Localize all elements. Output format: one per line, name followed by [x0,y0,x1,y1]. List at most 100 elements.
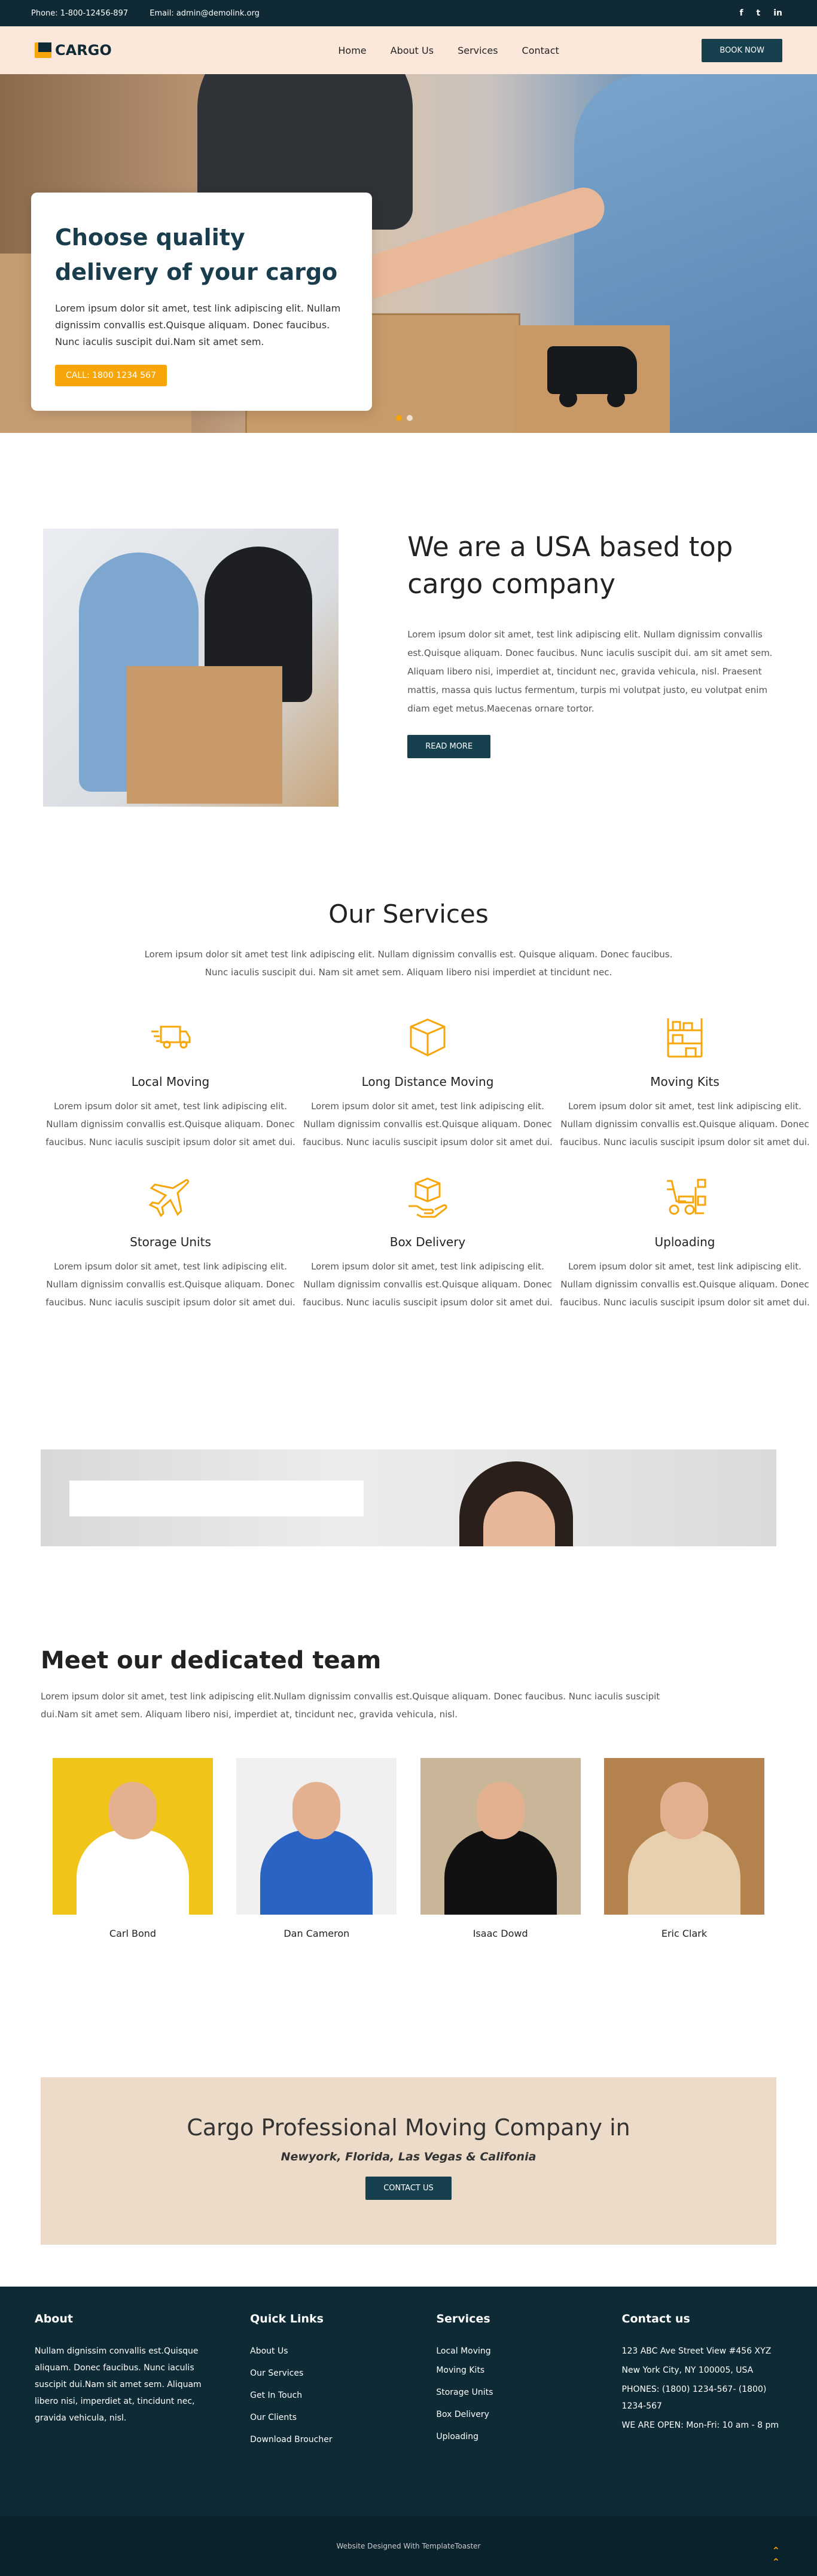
footer-contact-line: WE ARE OPEN: Mon-Fri: 10 am - 8 pm [621,2421,779,2430]
site-header: CARGO Home About Us Services Contact BOO… [0,26,817,74]
footer-link[interactable]: Storage Units [436,2384,621,2401]
about-section: We are a USA based top cargo company Lor… [0,433,817,899]
social-links: f t in [739,8,782,18]
top-email[interactable]: Email: admin@demolink.org [150,9,260,18]
team-title: Meet our dedicated team [41,1647,382,1674]
cta-title: Cargo Professional Moving Company in [187,2114,630,2141]
footer-link[interactable]: Download Broucher [250,2431,436,2448]
shelves-icon [667,1018,703,1058]
cta-subtitle: Newyork, Florida, Las Vegas & Califonia [281,2150,536,2163]
nav-contact[interactable]: Contact [522,45,559,56]
logo-icon [35,42,51,58]
forklift-icon [667,1179,706,1215]
footer-quick-links: Quick Links About Us Our Services Get In… [250,2311,436,2516]
box-icon [410,1018,446,1057]
team-section: Meet our dedicated team Lorem ipsum dolo… [0,1546,817,2077]
service-title: Uploading [654,1235,715,1249]
member-photo [603,1758,764,1915]
top-contacts: Phone: 1-800-12456-897 Email: admin@demo… [31,9,279,18]
footer-about-title: About [35,2312,73,2325]
team-grid: Carl Bond Dan Cameron Isaac Dowd Eric Cl… [41,1758,776,1939]
slider-dot-1[interactable] [396,415,402,421]
footer-about-text: Nullam dignissim convallis est.Quisque a… [35,2346,202,2423]
team-member[interactable]: Eric Clark [603,1758,764,1939]
service-card[interactable]: Local Moving Lorem ipsum dolor sit amet,… [42,1015,299,1151]
footer-link[interactable]: Uploading [436,2428,621,2445]
book-now-button[interactable]: BOOK NOW [702,38,782,62]
hero-title: Choose quality delivery of your cargo [55,224,338,285]
logo-text: CARGO [55,42,112,59]
about-image [43,529,339,807]
member-name: Carl Bond [109,1928,157,1939]
nav-services[interactable]: Services [458,45,498,56]
member-photo [420,1758,581,1915]
footer-contact-line: New York City, NY 100005, USA [621,2366,754,2375]
service-card[interactable]: Storage Units Lorem ipsum dolor sit amet… [42,1175,299,1311]
hero-slider: Choose quality delivery of your cargo Lo… [0,74,817,433]
banner-image-person [459,1461,573,1546]
top-bar: Phone: 1-800-12456-897 Email: admin@demo… [0,0,817,26]
footer-link[interactable]: Get In Touch [250,2387,436,2404]
about-title: We are a USA based top cargo company [407,531,733,600]
service-text: Lorem ipsum dolor sit amet, test link ad… [560,1101,810,1147]
footer-credit[interactable]: Website Designed With TemplateToaster [337,2542,481,2550]
footer-link[interactable]: Our Clients [250,2409,436,2426]
hero-card: Choose quality delivery of your cargo Lo… [31,193,372,411]
services-grid: Local Moving Lorem ipsum dolor sit amet,… [42,1015,810,1311]
service-card[interactable]: Uploading Lorem ipsum dolor sit amet, te… [556,1175,813,1311]
footer-contact: Contact us 123 ABC Ave Street View #456 … [622,2311,782,2516]
footer-about: About Nullam dignissim convallis est.Qui… [35,2311,250,2516]
main-nav: Home About Us Services Contact [338,45,559,56]
call-button[interactable]: CALL: 1800 1234 567 [55,365,167,386]
video-banner [41,1449,776,1546]
service-text: Lorem ipsum dolor sit amet, test link ad… [45,1261,295,1308]
service-text: Lorem ipsum dolor sit amet, test link ad… [303,1101,553,1147]
scroll-top-icon[interactable]: ⌃ ⌃ [772,2545,780,2568]
service-text: Lorem ipsum dolor sit amet, test link ad… [45,1101,295,1147]
linkedin-icon[interactable]: in [773,8,782,18]
footer-contact-line: 123 ABC Ave Street View #456 XYZ [621,2346,772,2356]
services-section: Our Services Lorem ipsum dolor sit amet … [0,899,817,1449]
member-name: Eric Clark [661,1928,708,1939]
service-title: Box Delivery [389,1235,466,1249]
footer-contact-line: PHONES: (1800) 1234-567- (1800) 1234-567 [621,2385,767,2411]
service-card[interactable]: Long Distance Moving Lorem ipsum dolor s… [299,1015,556,1151]
team-member[interactable]: Isaac Dowd [420,1758,581,1939]
read-more-button[interactable]: READ MORE [407,735,491,758]
hand-box-icon [408,1177,447,1218]
service-title: Long Distance Moving [361,1075,494,1089]
logo[interactable]: CARGO [35,42,112,59]
footer-link[interactable]: Box Delivery [436,2406,621,2423]
top-phone: Phone: 1-800-12456-897 [31,8,129,18]
about-image-box [127,666,282,804]
service-title: Storage Units [130,1235,211,1249]
delivery-truck-icon [151,1025,191,1049]
team-member[interactable]: Dan Cameron [236,1758,397,1939]
footer-link[interactable]: Local Moving [436,2343,621,2360]
team-member[interactable]: Carl Bond [53,1758,213,1939]
nav-about[interactable]: About Us [391,45,434,56]
about-content: We are a USA based top cargo company Lor… [407,529,774,899]
twitter-icon[interactable]: t [757,8,761,18]
footer-link[interactable]: Our Services [250,2365,436,2382]
service-title: Moving Kits [650,1075,720,1089]
footer-link[interactable]: Moving Kits [436,2362,621,2379]
facebook-icon[interactable]: f [739,8,743,18]
services-title: Our Services [328,899,489,929]
footer-services: Services Local Moving Moving Kits Storag… [436,2311,621,2516]
member-name: Dan Cameron [283,1928,350,1939]
banner-panel [69,1481,364,1516]
service-card[interactable]: Moving Kits Lorem ipsum dolor sit amet, … [556,1015,813,1151]
nav-home[interactable]: Home [338,45,366,56]
footer-link[interactable]: About Us [250,2343,436,2360]
truck-icon [547,346,637,407]
hero-text: Lorem ipsum dolor sit amet, test link ad… [55,303,341,347]
contact-us-button[interactable]: CONTACT US [365,2177,452,2200]
cta-section: Cargo Professional Moving Company in New… [41,2077,776,2245]
service-text: Lorem ipsum dolor sit amet, test link ad… [560,1261,810,1308]
team-intro: Lorem ipsum dolor sit amet, test link ad… [41,1691,660,1720]
about-text: Lorem ipsum dolor sit amet, test link ad… [407,629,773,714]
slider-dot-2[interactable] [407,415,413,421]
member-photo [53,1758,213,1915]
service-card[interactable]: Box Delivery Lorem ipsum dolor sit amet,… [299,1175,556,1311]
